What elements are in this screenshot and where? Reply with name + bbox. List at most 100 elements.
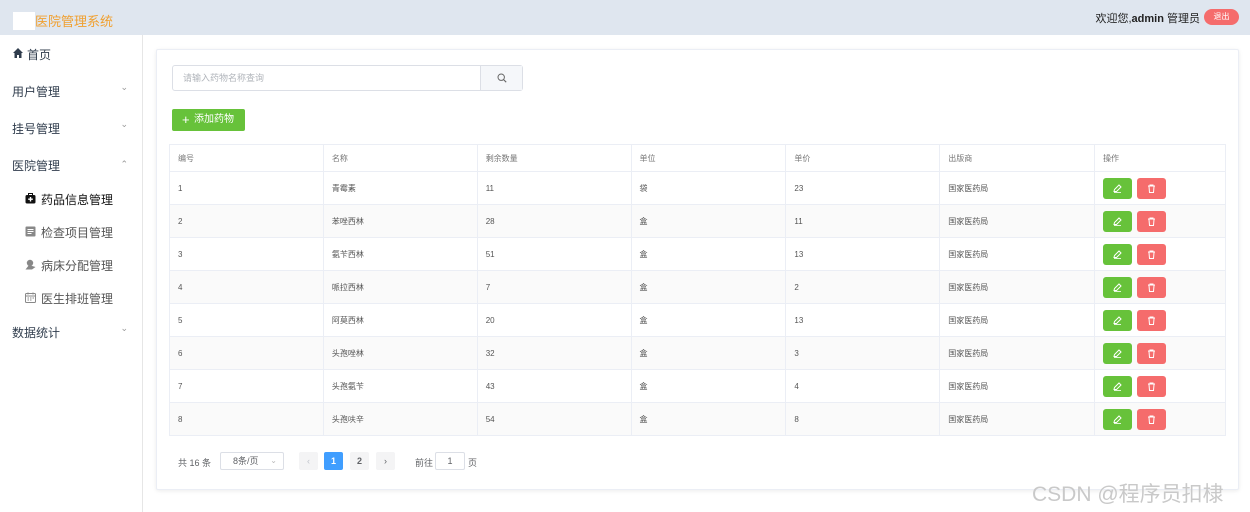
logo-icon [13,12,35,30]
edit-button[interactable] [1103,243,1133,265]
search-input[interactable] [173,66,480,90]
trash-icon [1148,283,1156,292]
sidebar: 首页 用户管理 ⌄ 挂号管理 ⌄ 医院管理 ⌃ 药品信息管理 检查项目管理 病床… [0,35,143,512]
cell-quantity: 51 [477,237,632,271]
chevron-right-icon: › [384,456,387,466]
cell-publisher: 国家医药局 [939,171,1096,205]
cell-unit: 盒 [631,237,787,271]
sidebar-item-medicine[interactable]: 药品信息管理 [0,184,142,214]
delete-button[interactable] [1137,408,1167,430]
delete-button[interactable] [1137,210,1167,232]
cell-id: 6 [169,336,324,370]
edit-icon [1113,183,1122,193]
next-page-button[interactable]: › [376,452,395,470]
add-medicine-label: 添加药物 [194,114,234,125]
sidebar-item-label: 首页 [27,48,52,62]
edit-button[interactable] [1103,210,1133,232]
cell-price: 3 [785,336,941,370]
medicine-table: 编号 名称 剩余数量 单位 单价 出版商 操作 1 青霉素 11 袋 23 国家医药局 2 苯… [169,144,1226,436]
search-icon [497,73,507,83]
edit-button[interactable] [1103,177,1133,199]
cell-name: 哌拉西林 [323,270,478,304]
trash-icon [1148,217,1156,226]
cell-actions [1094,204,1226,238]
column-header-actions: 操作 [1094,144,1226,172]
cell-publisher: 国家医药局 [939,270,1096,304]
cell-quantity: 11 [477,171,632,205]
table-row: 6 头孢唑林 32 盒 3 国家医药局 [169,336,1226,370]
sidebar-group-hospital[interactable]: 医院管理 ⌃ [0,150,142,180]
home-icon [13,48,23,58]
prev-page-button[interactable]: ‹ [299,452,318,470]
search-box [172,65,523,91]
trash-icon [1148,349,1156,358]
cell-id: 3 [169,237,324,271]
sidebar-group-statistics[interactable]: 数据统计 ⌄ [0,317,142,347]
cell-price: 11 [785,204,941,238]
cell-id: 5 [169,303,324,337]
cell-quantity: 20 [477,303,632,337]
table-row: 8 头孢呋辛 54 盒 8 国家医药局 [169,402,1226,436]
sidebar-item-exams[interactable]: 检查项目管理 [0,217,142,247]
cell-id: 2 [169,204,324,238]
edit-button[interactable] [1103,342,1133,364]
document-icon [25,226,36,237]
cell-id: 8 [169,402,324,436]
delete-button[interactable] [1137,342,1167,364]
sidebar-item-home[interactable]: 首页 [0,39,142,69]
chevron-down-icon: ⌄ [120,119,128,129]
page-size-select[interactable]: 8条/页 ⌄ [220,452,284,470]
page-button-2[interactable]: 2 [350,452,369,470]
table-row: 7 头孢氨苄 43 盒 4 国家医药局 [169,369,1226,403]
add-medicine-button[interactable]: + 添加药物 [172,109,245,131]
cell-unit: 盒 [631,336,787,370]
trash-icon [1148,250,1156,259]
page-button-1[interactable]: 1 [324,452,343,470]
table-header-row: 编号 名称 剩余数量 单位 单价 出版商 操作 [169,144,1226,172]
cell-price: 4 [785,369,941,403]
chevron-down-icon: ⌄ [270,456,277,465]
sidebar-item-beds[interactable]: 病床分配管理 [0,250,142,280]
logout-button[interactable]: 退出 [1204,9,1239,25]
cell-publisher: 国家医药局 [939,303,1096,337]
cell-price: 23 [785,171,941,205]
delete-button[interactable] [1137,375,1167,397]
edit-icon [1113,315,1122,325]
column-header-id: 编号 [169,144,324,172]
cell-unit: 袋 [631,171,787,205]
delete-button[interactable] [1137,309,1167,331]
sidebar-group-registration[interactable]: 挂号管理 ⌄ [0,113,142,143]
column-header-quantity: 剩余数量 [477,144,632,172]
bed-icon [25,259,36,270]
delete-button[interactable] [1137,177,1167,199]
cell-unit: 盒 [631,369,787,403]
trash-icon [1148,382,1156,391]
table-body: 1 青霉素 11 袋 23 国家医药局 2 苯唑西林 28 盒 11 国家医药局 3 氨苄西林 51 盒 13 国… [169,171,1226,436]
delete-button[interactable] [1137,243,1167,265]
sidebar-group-label: 数据统计 [12,326,61,340]
cell-actions [1094,369,1226,403]
edit-button[interactable] [1103,309,1133,331]
cell-actions [1094,270,1226,304]
table-row: 2 苯唑西林 28 盒 11 国家医药局 [169,204,1226,238]
sidebar-item-schedule[interactable]: 医生排班管理 [0,283,142,313]
table-row: 1 青霉素 11 袋 23 国家医药局 [169,171,1226,205]
edit-button[interactable] [1103,408,1133,430]
trash-icon [1148,415,1156,424]
cell-quantity: 54 [477,402,632,436]
cell-publisher: 国家医药局 [939,237,1096,271]
cell-id: 4 [169,270,324,304]
sidebar-group-label: 用户管理 [12,85,61,99]
sidebar-group-users[interactable]: 用户管理 ⌄ [0,76,142,106]
cell-quantity: 32 [477,336,632,370]
user-role: 管理员 [1167,13,1200,25]
edit-button[interactable] [1103,375,1133,397]
delete-button[interactable] [1137,276,1167,298]
cell-name: 头孢呋辛 [323,402,478,436]
edit-button[interactable] [1103,276,1133,298]
cell-unit: 盒 [631,303,787,337]
search-button[interactable] [480,66,522,90]
table-row: 4 哌拉西林 7 盒 2 国家医药局 [169,270,1226,304]
goto-page-input[interactable]: 1 [435,452,465,470]
table-row: 3 氨苄西林 51 盒 13 国家医药局 [169,237,1226,271]
